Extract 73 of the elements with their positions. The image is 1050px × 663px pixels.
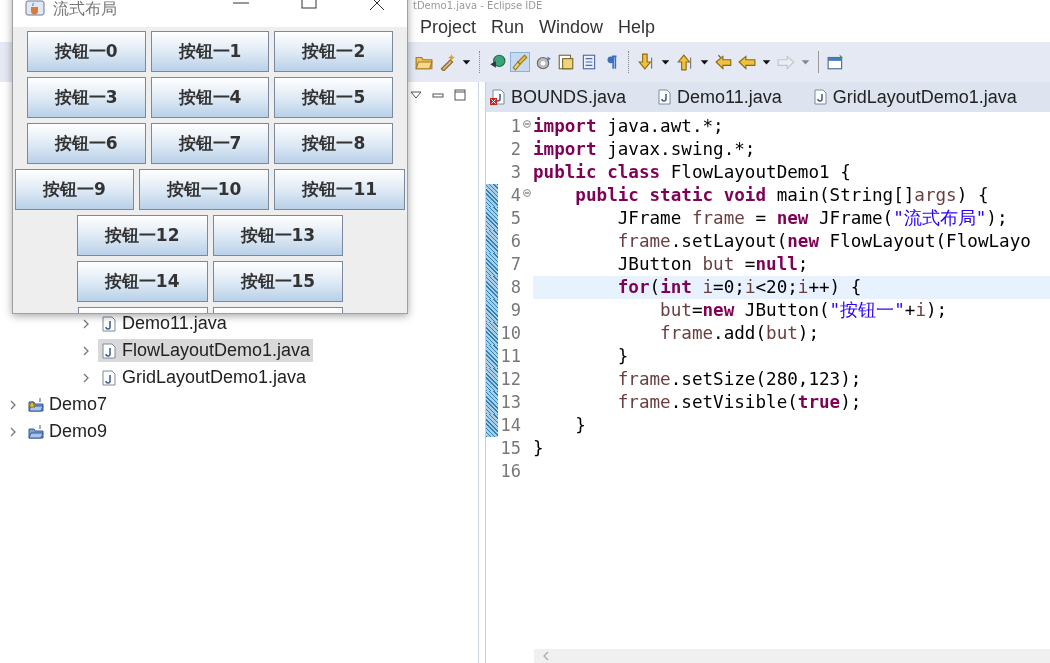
line-number: 10	[499, 322, 521, 345]
tree-item[interactable]: Demo7	[25, 393, 111, 416]
window-title: tDemo1.java - Eclipse IDE	[413, 0, 543, 12]
tree-item[interactable]: FlowLayoutDemo1.java	[98, 339, 314, 362]
new-window-icon[interactable]	[826, 52, 846, 72]
code-line: import javax.swing.*;	[533, 138, 757, 161]
code-line: but=new JButton("按钮一"+i);	[659, 299, 949, 322]
push-button[interactable]: 按钮一2	[274, 31, 394, 72]
code-line: frame.add(but);	[659, 322, 820, 345]
push-button[interactable]: 按钮一14	[76, 261, 208, 302]
push-button[interactable]: 按钮一1	[150, 31, 270, 72]
line-number: 1	[509, 115, 521, 138]
code-line: JButton but =null;	[616, 253, 810, 276]
code-line: frame.setVisible(true);	[616, 391, 863, 414]
left-arrow-icon[interactable]	[737, 52, 757, 72]
code-line: }	[574, 414, 587, 437]
push-button[interactable]: 按钮一5	[274, 77, 394, 118]
menu-item[interactable]: Run	[491, 16, 525, 38]
line-number: 11	[499, 345, 521, 368]
push-button[interactable]: 按钮一13	[212, 215, 344, 256]
menu-item[interactable]: Help	[618, 16, 656, 38]
editor-tab[interactable]: BOUNDS.java	[490, 86, 627, 108]
menu-item[interactable]: Window	[539, 16, 604, 38]
line-number: 12	[499, 368, 521, 391]
maximize-icon[interactable]	[454, 89, 466, 101]
tree-item[interactable]: Demo11.java	[98, 312, 230, 335]
code-line: frame.setSize(280,123);	[616, 368, 863, 391]
push-button[interactable]: 按钮一0	[26, 31, 146, 72]
window-title: 流式布局	[53, 0, 117, 18]
java-file-icon	[101, 315, 117, 332]
document-icon[interactable]	[556, 52, 576, 72]
line-number: 16	[499, 460, 521, 483]
code-line: public static void main(String[]args) {	[574, 184, 990, 207]
left-arrow-icon[interactable]	[714, 52, 734, 72]
java-file-icon	[101, 342, 117, 359]
code-line: }	[616, 345, 630, 368]
code-line: import java.awt.*;	[533, 115, 725, 138]
line-number: 13	[499, 391, 521, 414]
push-button[interactable]: 按钮一6	[26, 123, 146, 164]
push-button[interactable]: 按钮一12	[76, 215, 208, 256]
java-file-icon	[101, 369, 117, 386]
line-number: 8	[509, 276, 521, 299]
push-button[interactable]: 按钮一7	[150, 123, 270, 164]
line-number: 9	[509, 299, 521, 322]
push-button[interactable]: 按钮一11	[274, 169, 406, 210]
push-button[interactable]: 按钮一10	[138, 169, 270, 210]
editor-tab[interactable]: GridLayoutDemo1.java	[811, 86, 1017, 108]
push-button[interactable]: 按钮一4	[150, 77, 270, 118]
push-button[interactable]: 按钮一15	[212, 261, 344, 302]
java-cup-icon	[25, 0, 45, 16]
line-number: 15	[499, 437, 521, 460]
menu-item[interactable]: Project	[420, 16, 477, 38]
horizontal-scrollbar[interactable]	[534, 649, 1050, 663]
line-number: 3	[509, 161, 521, 184]
line-number: 7	[509, 253, 521, 276]
code-line: }	[533, 437, 545, 460]
tree-item[interactable]: Demo9	[25, 420, 111, 443]
code-line: JFrame frame = new JFrame("流式布局");	[616, 207, 1009, 230]
fold-icon[interactable]	[523, 119, 531, 128]
editor-tab[interactable]: Demo11.java	[656, 86, 782, 108]
line-number: 5	[509, 207, 521, 230]
tree-item[interactable]: GridLayoutDemo1.java	[98, 366, 310, 389]
code-line: frame.setLayout(new FlowLayout(FlowLayo	[616, 230, 1032, 253]
line-number: 6	[509, 230, 521, 253]
line-number: 14	[499, 414, 521, 437]
push-button[interactable]: 按钮一8	[274, 123, 394, 164]
line-number: 4	[509, 184, 521, 207]
push-button[interactable]: 按钮一9	[14, 169, 134, 210]
push-button[interactable]: 按钮一3	[26, 77, 146, 118]
line-number: 2	[509, 138, 521, 161]
fold-icon[interactable]	[523, 188, 531, 197]
view-menu-icon[interactable]	[410, 89, 422, 101]
code-line: public class FlowLayoutDemo1 {	[533, 161, 852, 184]
